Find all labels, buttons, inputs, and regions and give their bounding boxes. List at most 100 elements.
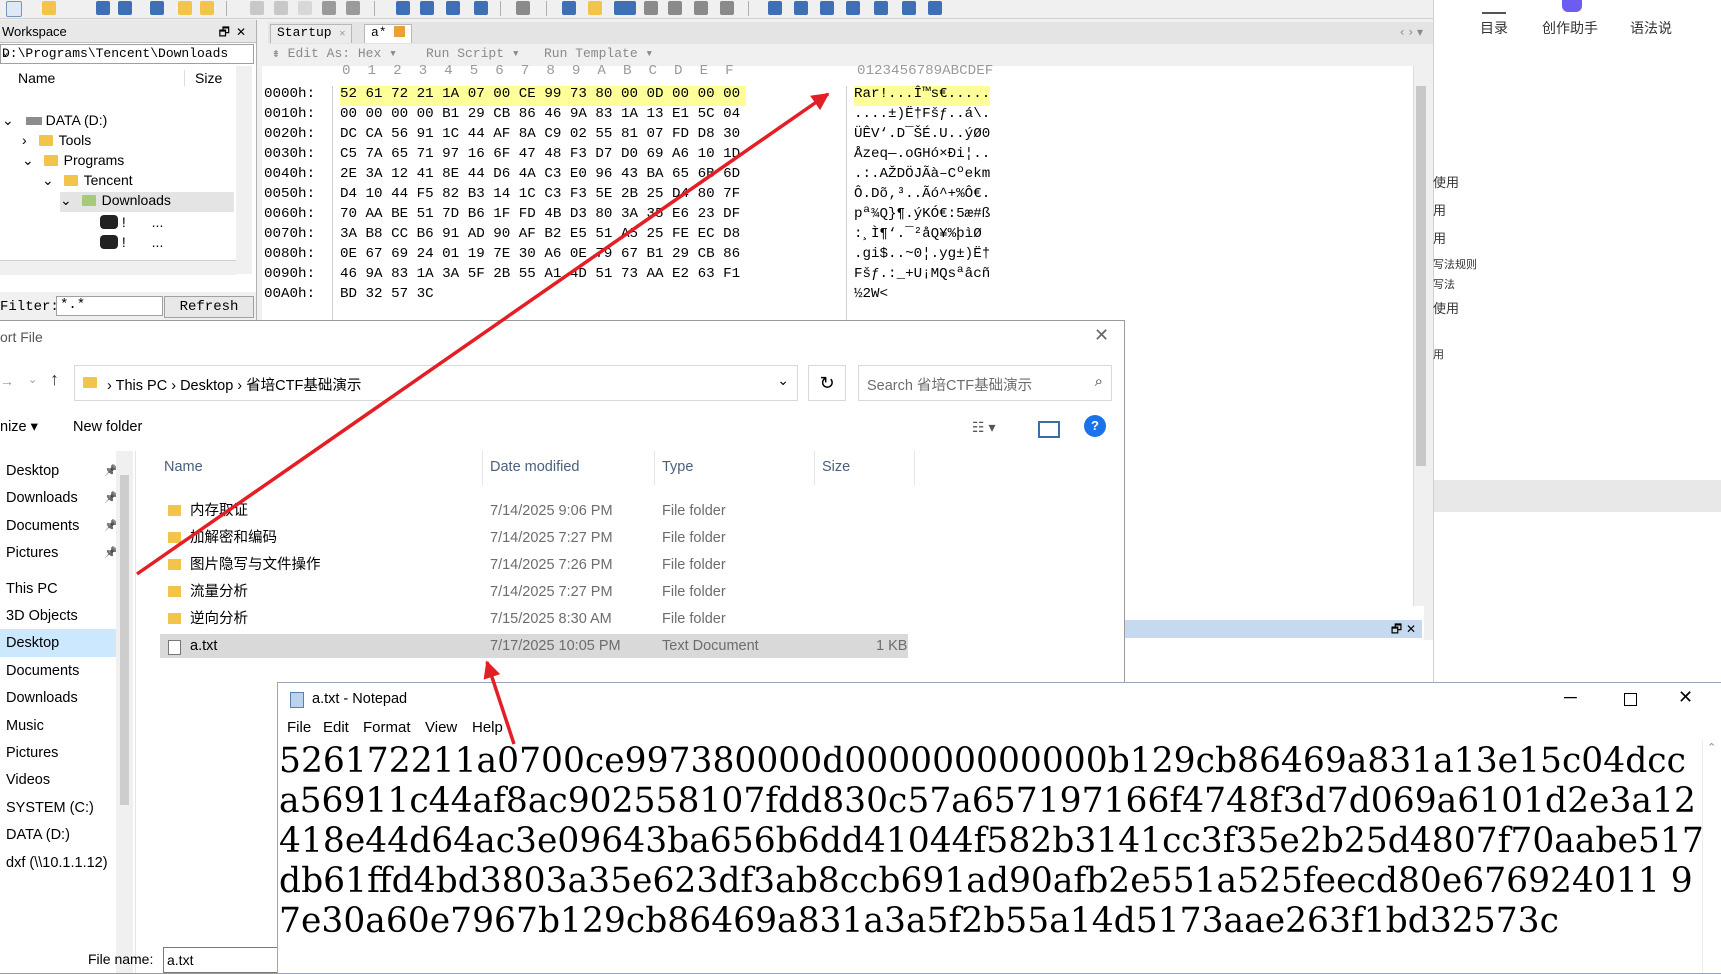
hex-row-bytes[interactable]: 3A B8 CC B6 91 AD 90 AF B2 E5 51 A5 25 F… — [340, 226, 740, 246]
nav-item[interactable]: Documents — [0, 657, 120, 685]
hex-row-bytes[interactable]: 0E 67 69 24 01 19 7E 30 A6 0E 79 67 B1 2… — [340, 246, 740, 266]
filter-combo[interactable]: *.* — [56, 296, 163, 316]
open-folder-icon[interactable] — [42, 1, 56, 15]
minimize-icon[interactable]: ─ — [1564, 687, 1577, 708]
file-row[interactable]: 图片隐写与文件操作 7/14/2025 7:26 PM File folder — [160, 553, 908, 577]
cut-icon[interactable] — [250, 1, 264, 15]
tree-file-item[interactable]: ! ... — [100, 234, 163, 254]
new-file-icon[interactable] — [6, 1, 22, 17]
view-options-icon[interactable]: ☷ ▾ — [972, 419, 995, 436]
scroll-thumb[interactable] — [1416, 86, 1426, 466]
hex-row-bytes[interactable]: DC CA 56 91 1C 44 AF 8A C9 02 55 81 07 F… — [340, 126, 740, 146]
paste-icon[interactable] — [298, 1, 312, 15]
tree-item-tools[interactable]: › Tools — [22, 132, 91, 152]
chevron-down-icon[interactable]: ⌄ — [777, 372, 789, 389]
tree-item-tencent[interactable]: ⌄ Tencent — [42, 172, 133, 192]
file-row[interactable]: 内存取证 7/14/2025 9:06 PM File folder — [160, 499, 908, 523]
columns-icon[interactable] — [644, 1, 658, 15]
hex-row-bytes[interactable]: D4 10 44 F5 82 B3 14 1C C3 F3 5E 2B 25 D… — [340, 186, 740, 206]
close-icon[interactable]: ✕ — [1678, 687, 1693, 708]
compare-icon[interactable] — [820, 1, 834, 15]
nav-item[interactable]: This PC — [0, 575, 120, 603]
col-size-header[interactable]: Size — [822, 459, 850, 475]
replace-icon[interactable] — [420, 1, 434, 15]
hex-row-bytes[interactable]: 00 00 00 00 B1 29 CB 86 46 9A 83 1A 13 E… — [340, 106, 740, 126]
search-box[interactable]: Search 省培CTF基础演示 ⌕ — [858, 365, 1112, 401]
col-name-header[interactable]: Name — [164, 459, 203, 475]
refresh-button[interactable]: Refresh — [164, 296, 254, 318]
breadcrumb-item[interactable]: 省培CTF基础演示 — [246, 378, 361, 394]
file-row[interactable]: 流量分析 7/14/2025 7:27 PM File folder — [160, 580, 908, 604]
close-icon[interactable]: ✕ — [1094, 325, 1109, 346]
histogram-icon[interactable] — [874, 1, 888, 15]
close-icon[interactable]: ✕ — [339, 29, 345, 40]
maximize-icon[interactable] — [1624, 693, 1637, 706]
refresh-icon[interactable]: ↻ — [808, 365, 846, 401]
binary-mode-icon[interactable] — [720, 1, 734, 15]
col-size[interactable]: Size — [184, 70, 222, 86]
hex-row-ascii[interactable]: :¸Ì¶‘­.¯²åQ¥%þìØ — [854, 226, 982, 246]
nav-item[interactable]: Pictures — [0, 739, 120, 767]
toc-icon[interactable] — [1482, 0, 1506, 14]
save-all-icon[interactable] — [150, 1, 164, 15]
save-icon[interactable] — [96, 1, 110, 15]
file-row[interactable]: 逆向分析 7/15/2025 8:30 AM File folder — [160, 607, 908, 631]
nav-item[interactable]: dxf (\\10.1.1.12) — [0, 849, 120, 877]
tree-file-item[interactable]: ! ... — [100, 214, 163, 234]
nav-item[interactable]: Desktop 📌 — [0, 457, 120, 485]
nav-item[interactable]: Downloads — [0, 684, 120, 712]
tools-icon[interactable] — [846, 1, 860, 15]
panel-buttons[interactable]: 🗗✕ — [219, 23, 252, 44]
col-date-header[interactable]: Date modified — [490, 459, 579, 475]
nav-item[interactable]: Videos — [0, 766, 120, 794]
tree-item-downloads[interactable]: ⌄ Downloads — [60, 192, 234, 212]
notepad-vscroll[interactable]: ⌃ — [1702, 741, 1721, 973]
hex-row-bytes[interactable]: 46 9A 83 1A 3A 5F 2B 55 A1 4D 51 73 AA E… — [340, 266, 740, 286]
find-in-files-icon[interactable] — [446, 1, 460, 15]
print-icon[interactable] — [516, 1, 530, 15]
workspace-hscroll[interactable] — [0, 260, 236, 275]
col-name[interactable]: Name — [18, 70, 55, 86]
workspace-path-combo[interactable]: D:\Programs\Tencent\Downloads ⌄ — [0, 44, 254, 64]
undo-icon[interactable] — [322, 1, 336, 15]
hex-row-bytes[interactable]: C5 7A 65 71 97 16 6F 47 48 F3 D7 D0 69 A… — [340, 146, 740, 166]
up-arrow-icon[interactable]: ↑ — [50, 369, 59, 390]
nav-item[interactable]: Desktop — [0, 629, 120, 658]
close-icon[interactable] — [394, 26, 406, 37]
folder-icon[interactable] — [178, 1, 192, 15]
bookmark-icon[interactable] — [794, 1, 808, 15]
run-script-menu[interactable]: Run Script ▾ — [426, 46, 520, 61]
col-type-header[interactable]: Type — [662, 459, 693, 475]
search-input[interactable]: Search 省培CTF基础演示 — [867, 374, 1032, 395]
hex-row-bytes[interactable]: 2E 3A 12 41 8E 44 D6 4A C3 E0 96 43 BA 6… — [340, 166, 740, 186]
chevron-down-icon[interactable]: ⌄ — [2, 45, 250, 59]
menu-format[interactable]: Format — [363, 719, 411, 736]
edit-as-menu[interactable]: ⇟ Edit As: Hex ▾ — [272, 46, 397, 61]
back-icon[interactable]: → — [0, 373, 14, 389]
scroll-thumb[interactable] — [120, 475, 129, 805]
preview-pane-icon[interactable] — [1038, 421, 1060, 438]
nav-item[interactable]: Pictures 📌 — [0, 539, 120, 567]
hex-row-ascii[interactable]: ½2W< — [854, 286, 888, 306]
address-bar[interactable]: › This PC › Desktop › 省培CTF基础演示 ⌄ — [74, 365, 798, 401]
hex-row-ascii[interactable]: Fšƒ.:_+U¡MQsªâcñ — [854, 266, 990, 286]
hex-row-ascii[interactable]: .:.AŽDÖJÃà–Cºekm — [854, 166, 990, 186]
hex-row-ascii[interactable]: Rar!...Î™s€..... — [854, 86, 991, 106]
assistant-icon[interactable] — [1562, 0, 1582, 12]
nav-scrollbar[interactable] — [116, 451, 133, 973]
toc-label[interactable]: 目录 — [1480, 18, 1508, 38]
search-icon[interactable]: ⌕ — [1095, 373, 1103, 390]
save-as-icon[interactable] — [118, 1, 132, 15]
hex-row-bytes[interactable]: BD 32 57 3C — [340, 286, 434, 306]
menu-view[interactable]: View — [425, 719, 457, 736]
hex-row-ascii[interactable]: pª¾Q}¶.ýKÓ€:5æ#ß — [854, 206, 990, 226]
assistant-label[interactable]: 创作助手 — [1542, 18, 1598, 38]
notepad-text-area[interactable]: 526172211a0700ce997380000d000000000000b1… — [279, 741, 1704, 973]
nav-item[interactable]: Music — [0, 712, 120, 740]
settings-icon[interactable] — [928, 1, 942, 15]
paragraph-icon[interactable] — [668, 1, 682, 15]
workspace-vscroll[interactable] — [236, 66, 252, 274]
syntax-label[interactable]: 语法说 — [1630, 18, 1672, 38]
goto-icon[interactable] — [474, 1, 488, 15]
chevron-down-icon[interactable]: ⌄ — [28, 373, 37, 386]
